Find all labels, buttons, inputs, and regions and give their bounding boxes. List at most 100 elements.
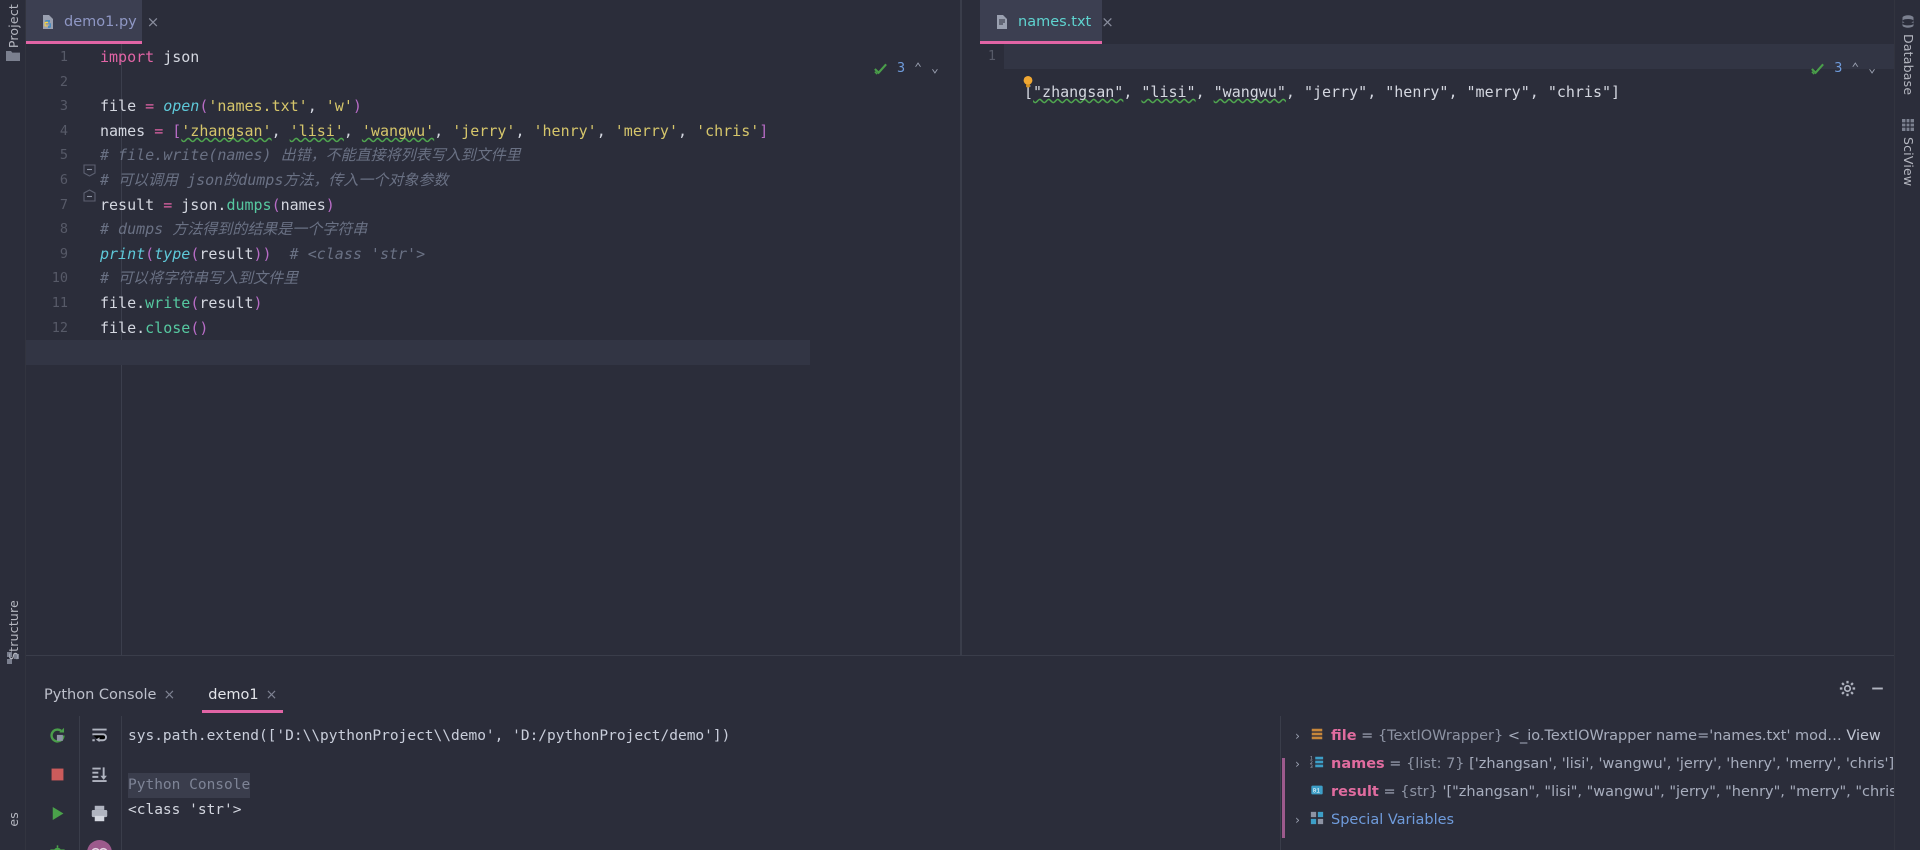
code-line[interactable]: names = ['zhangsan', 'lisi', 'wangwu', '… xyxy=(100,119,960,144)
close-icon[interactable]: × xyxy=(147,13,160,31)
left-editor[interactable]: 12345678910111213 import jsonfile = open… xyxy=(26,44,960,657)
code-token: ) xyxy=(253,294,263,312)
sidebar-item-database[interactable]: Database xyxy=(1901,34,1916,95)
variable-row[interactable]: › 1 2 3 names = {list: 7} ['zhangsan', 'lisi… xyxy=(1292,750,1894,778)
sidebar-item-sciview[interactable]: SciView xyxy=(1901,137,1916,186)
fold-marker-icon[interactable] xyxy=(83,164,96,177)
expand-arrow-icon[interactable]: › xyxy=(1292,757,1303,771)
console-output[interactable]: sys.path.extend(['D:\\pythonProject\\dem… xyxy=(122,716,1254,850)
code-token: 'merry' xyxy=(614,121,678,140)
sidebar-item-favorites[interactable]: es xyxy=(6,812,21,827)
stop-icon[interactable] xyxy=(48,765,67,784)
chevron-down-icon[interactable]: ⌄ xyxy=(1868,61,1876,76)
editor-tab-names-txt[interactable]: names.txt × xyxy=(980,0,1114,44)
svg-text:3: 3 xyxy=(1310,764,1313,769)
expand-arrow-icon[interactable]: › xyxy=(1292,813,1303,827)
code-token: )) xyxy=(253,244,272,263)
variables-pane-divider[interactable] xyxy=(1280,716,1281,850)
debug-icon[interactable] xyxy=(48,843,67,850)
right-editor-tabstrip: names.txt × xyxy=(980,0,1114,44)
code-line[interactable]: file.write(result) xyxy=(100,291,960,316)
code-line[interactable] xyxy=(100,70,960,95)
execute-icon[interactable] xyxy=(48,804,67,823)
chevron-down-icon[interactable]: ⌄ xyxy=(931,61,939,76)
close-icon[interactable]: × xyxy=(163,687,175,703)
right-editor-content[interactable]: ["zhangsan", "lisi", "wangwu", "jerry", … xyxy=(1024,44,1894,657)
code-line[interactable]: result = json.dumps(names) xyxy=(100,193,960,218)
code-token: , xyxy=(678,121,697,140)
editor-tab-demo1-py[interactable]: demo1.py × xyxy=(26,0,159,44)
folder-icon[interactable] xyxy=(5,48,21,64)
code-token: # 可以将字符串写入到文件里 xyxy=(100,269,299,288)
sciview-grid-icon[interactable] xyxy=(1900,117,1916,133)
code-line[interactable]: # dumps 方法得到的结果是一个字符串 xyxy=(100,217,960,242)
left-editor-code[interactable]: import json file = open('names.txt', 'w')… xyxy=(26,44,960,657)
fold-marker-icon[interactable] xyxy=(83,189,96,202)
variable-row[interactable]: 01 result = {str} '["zhangsan", "lisi", "… xyxy=(1292,778,1894,806)
soft-wrap-icon[interactable] xyxy=(90,726,109,745)
close-icon[interactable]: × xyxy=(266,687,278,703)
right-editor[interactable]: 1 ["zhangsan", "lisi", "wangwu", "jerry"… xyxy=(962,44,1894,657)
code-line[interactable]: file.close() xyxy=(100,316,960,341)
code-line[interactable]: # 可以调用 json的dumps方法，传入一个对象参数 xyxy=(100,168,960,193)
tab-demo1[interactable]: demo1 × xyxy=(202,680,284,713)
text-file-icon xyxy=(997,15,1007,29)
lightbulb-icon[interactable] xyxy=(1020,74,1036,90)
code-token: ] xyxy=(759,121,769,140)
code-token: 'wangwu' xyxy=(361,121,435,140)
scroll-to-end-icon[interactable] xyxy=(90,765,109,784)
code-token: , xyxy=(1195,83,1214,101)
code-token: , xyxy=(307,97,326,116)
chevron-up-icon[interactable]: ⌃ xyxy=(914,61,922,76)
inspection-count: 3 xyxy=(897,60,906,76)
left-tool-sidebar: Project Structure es xyxy=(0,0,26,850)
right-editor-inspection-widget[interactable]: 3 ⌃ ⌄ xyxy=(1802,55,1884,81)
code-token: result xyxy=(100,195,164,214)
code-token: , xyxy=(515,121,534,140)
code-line[interactable]: # file.write(names) 出错，不能直接将列表写入到文件里 xyxy=(100,143,960,168)
green-check-icon xyxy=(1811,63,1825,75)
rerun-icon[interactable] xyxy=(48,726,67,745)
string-object-icon: 01 xyxy=(1310,783,1324,801)
code-token: 'lisi' xyxy=(289,121,344,140)
code-token: # <class 'str'> xyxy=(289,244,426,263)
code-token: , xyxy=(1367,83,1386,101)
right-editor-gutter[interactable]: 1 xyxy=(962,44,1004,657)
code-token: json. xyxy=(172,195,227,214)
code-token: names xyxy=(100,121,155,140)
code-token: ) xyxy=(352,97,362,116)
variables-pane[interactable]: › file = {TextIOWrapper} <_io.TextIOWrapp… xyxy=(1282,716,1894,850)
show-variables-icon[interactable] xyxy=(87,840,112,850)
code-line[interactable] xyxy=(26,340,810,365)
code-token: # dumps 方法得到的结果是一个字符串 xyxy=(100,220,368,239)
code-line[interactable]: # 可以将字符串写入到文件里 xyxy=(100,266,960,291)
code-token: # 可以调用 json的dumps方法，传入一个对象参数 xyxy=(100,171,449,189)
code-token: 'chris' xyxy=(696,121,760,140)
special-variables-row[interactable]: › Special Variables xyxy=(1292,806,1894,834)
code-line[interactable]: file = open('names.txt', 'w') xyxy=(100,94,960,119)
structure-icon[interactable] xyxy=(5,650,21,666)
close-icon[interactable]: × xyxy=(1101,13,1114,31)
expand-arrow-icon[interactable]: › xyxy=(1292,729,1303,743)
database-icon[interactable] xyxy=(1900,14,1916,30)
code-line[interactable]: print(type(result)) # <class 'str'> xyxy=(100,242,960,267)
left-editor-inspection-widget[interactable]: 3 ⌃ ⌄ xyxy=(865,55,947,81)
minimize-icon[interactable] xyxy=(1869,680,1886,697)
print-icon[interactable] xyxy=(90,804,109,823)
code-token: ( xyxy=(190,318,200,337)
line-number: 8 xyxy=(59,221,68,238)
sidebar-item-project[interactable]: Project xyxy=(6,4,21,48)
code-line[interactable]: import json xyxy=(100,45,960,70)
gear-icon[interactable] xyxy=(1839,680,1856,697)
chevron-up-icon[interactable]: ⌃ xyxy=(1851,61,1859,76)
list-object-icon: 123 xyxy=(1310,755,1324,773)
variable-text: result = {str} '["zhangsan", "lisi", "wa… xyxy=(1331,784,1894,800)
variable-row[interactable]: › file = {TextIOWrapper} <_io.TextIOWrapp… xyxy=(1292,722,1894,750)
code-token: dumps xyxy=(226,195,272,214)
code-token: ( xyxy=(190,294,200,312)
console-line: <class 'str'> xyxy=(128,801,242,818)
variable-text: file = {TextIOWrapper} <_io.TextIOWrappe… xyxy=(1331,728,1881,744)
tab-python-console[interactable]: Python Console × xyxy=(38,680,181,710)
code-token: , xyxy=(1448,83,1467,101)
